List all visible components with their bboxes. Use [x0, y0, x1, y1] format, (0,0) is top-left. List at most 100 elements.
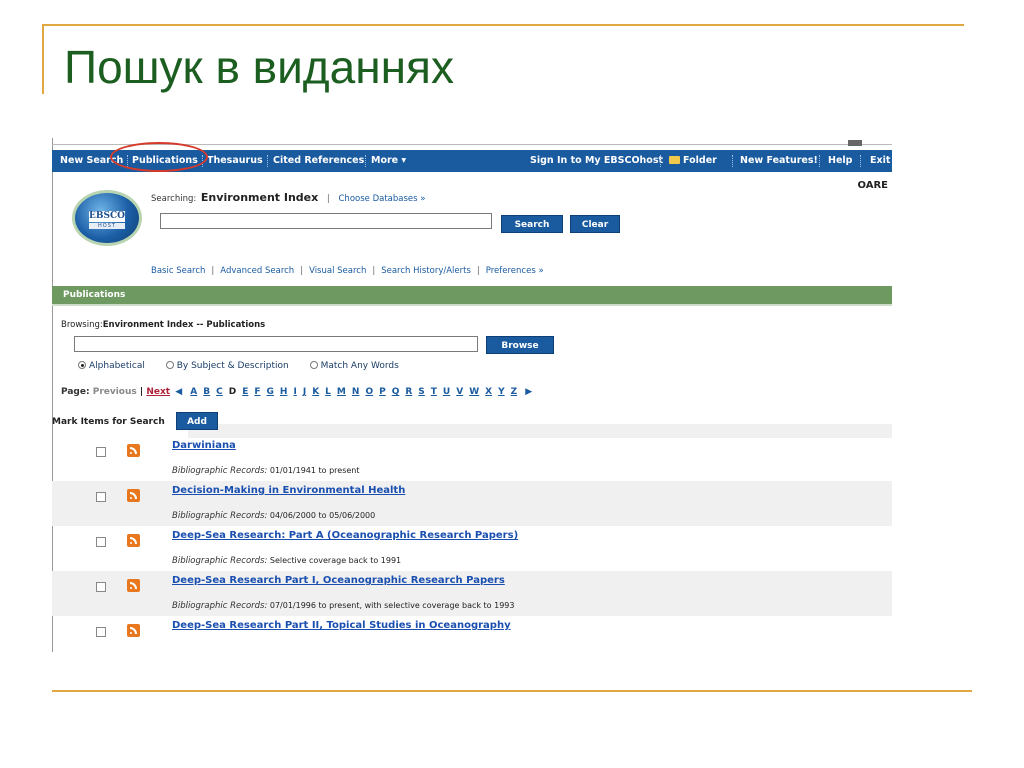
- window-control: [848, 140, 862, 146]
- nav-more-menu[interactable]: More ▾: [371, 150, 406, 172]
- letter-link-e[interactable]: E: [242, 387, 248, 397]
- nav-folder[interactable]: Folder: [669, 150, 717, 172]
- slide-footer-line: [52, 690, 972, 692]
- coverage-value: Selective coverage back to 1991: [269, 556, 402, 565]
- add-button[interactable]: Add: [176, 412, 218, 430]
- searching-line: Searching: Environment Index | Choose Da…: [151, 191, 425, 204]
- publication-coverage: Bibliographic Records: 07/01/1996 to pre…: [172, 601, 514, 611]
- clear-button[interactable]: Clear: [570, 215, 620, 233]
- mark-items-label: Mark Items for Search: [52, 417, 165, 427]
- publication-title-link[interactable]: Deep-Sea Research Part I, Oceanographic …: [172, 575, 505, 586]
- letter-link-l[interactable]: L: [325, 387, 331, 397]
- browse-input[interactable]: [74, 336, 478, 352]
- rss-feed-icon[interactable]: [127, 534, 140, 547]
- letter-link-x[interactable]: X: [485, 387, 492, 397]
- radio-label: Match Any Words: [320, 361, 399, 371]
- publication-title-link[interactable]: Decision-Making in Environmental Health: [172, 485, 405, 496]
- radio-by-subject[interactable]: By Subject & Description: [165, 361, 289, 371]
- letter-link-q[interactable]: Q: [392, 387, 400, 397]
- nav-thesaurus[interactable]: Thesaurus: [207, 150, 263, 172]
- search-button[interactable]: Search: [501, 215, 563, 233]
- nav-separator: [732, 155, 734, 167]
- radio-alphabetical[interactable]: Alphabetical: [78, 361, 145, 371]
- nav-cited-references[interactable]: Cited References: [273, 150, 364, 172]
- ebsco-screenshot: New Search Publications Thesaurus Cited …: [52, 138, 892, 652]
- letter-link-m[interactable]: M: [337, 387, 346, 397]
- nav-separator: [860, 155, 862, 167]
- searching-label: Searching:: [151, 194, 197, 204]
- letter-link-s[interactable]: S: [418, 387, 424, 397]
- database-name: Environment Index: [200, 191, 319, 204]
- letter-link-k[interactable]: K: [312, 387, 319, 397]
- letter-link-t[interactable]: T: [431, 387, 437, 397]
- radio-dot: [309, 361, 318, 369]
- right-arrow-icon[interactable]: ▶: [525, 387, 532, 397]
- nav-separator: [267, 155, 269, 167]
- nav-folder-label: Folder: [683, 155, 717, 166]
- letter-link-i[interactable]: I: [293, 387, 296, 397]
- rss-feed-icon[interactable]: [127, 579, 140, 592]
- letter-link-v[interactable]: V: [456, 387, 463, 397]
- nav-help[interactable]: Help: [828, 150, 852, 172]
- letter-link-j[interactable]: J: [303, 387, 306, 397]
- search-input[interactable]: [160, 213, 492, 229]
- result-checkbox[interactable]: [96, 537, 106, 547]
- coverage-value: 04/06/2000 to 05/06/2000: [269, 511, 376, 520]
- letter-link-o[interactable]: O: [365, 387, 373, 397]
- letter-link-u[interactable]: U: [443, 387, 450, 397]
- basic-search-link[interactable]: Basic Search: [151, 266, 205, 276]
- browse-button[interactable]: Browse: [486, 336, 554, 354]
- letter-link-r[interactable]: R: [405, 387, 412, 397]
- nav-exit[interactable]: Exit: [870, 150, 890, 172]
- letter-link-b[interactable]: B: [203, 387, 210, 397]
- publications-bar-shadow: [52, 304, 892, 306]
- result-checkbox[interactable]: [96, 627, 106, 637]
- choose-databases-link[interactable]: Choose Databases »: [339, 194, 426, 204]
- publication-coverage: Bibliographic Records: Selective coverag…: [172, 556, 401, 566]
- publication-title-link[interactable]: Deep-Sea Research: Part A (Oceanographic…: [172, 530, 518, 541]
- nav-separator: [365, 155, 367, 167]
- left-arrow-icon[interactable]: ◀: [175, 387, 182, 397]
- nav-separator: [819, 155, 821, 167]
- nav-new-features[interactable]: New Features!: [740, 150, 818, 172]
- letter-link-y[interactable]: Y: [498, 387, 505, 397]
- separator: |: [211, 266, 215, 276]
- result-checkbox[interactable]: [96, 447, 106, 457]
- rss-feed-icon[interactable]: [127, 489, 140, 502]
- publication-title-link[interactable]: Darwiniana: [172, 440, 236, 451]
- letter-link-g[interactable]: G: [267, 387, 274, 397]
- coverage-value: 01/01/1941 to present: [269, 466, 360, 475]
- rss-feed-icon[interactable]: [127, 624, 140, 637]
- slide-left-border: [42, 24, 44, 94]
- result-row: Deep-Sea Research Part I, Oceanographic …: [52, 571, 892, 616]
- nav-sign-in[interactable]: Sign In to My EBSCOhost: [530, 150, 663, 172]
- letter-link-w[interactable]: W: [469, 387, 479, 397]
- letter-link-p[interactable]: P: [379, 387, 386, 397]
- preferences-link[interactable]: Preferences »: [486, 266, 544, 276]
- publication-title-link[interactable]: Deep-Sea Research Part II, Topical Studi…: [172, 620, 511, 631]
- letter-link-a[interactable]: A: [190, 387, 197, 397]
- letter-link-z[interactable]: Z: [511, 387, 518, 397]
- letter-link-c[interactable]: C: [216, 387, 223, 397]
- separator: |: [476, 266, 480, 276]
- rss-feed-icon[interactable]: [127, 444, 140, 457]
- separator: |: [326, 194, 330, 204]
- letter-link-n[interactable]: N: [352, 387, 360, 397]
- advanced-search-link[interactable]: Advanced Search: [220, 266, 294, 276]
- next-link[interactable]: Next: [146, 387, 170, 397]
- visual-search-link[interactable]: Visual Search: [309, 266, 366, 276]
- result-checkbox[interactable]: [96, 582, 106, 592]
- result-row: Darwiniana Bibliographic Records: 01/01/1…: [52, 436, 892, 481]
- publications-bar-title: Publications: [63, 290, 126, 300]
- result-checkbox[interactable]: [96, 492, 106, 502]
- letter-link-f[interactable]: F: [254, 387, 260, 397]
- browse-mode-radios: Alphabetical By Subject & Description Ma…: [78, 361, 417, 371]
- page-label: Page:: [61, 387, 90, 397]
- radio-match-any-words[interactable]: Match Any Words: [309, 361, 399, 371]
- result-row: Deep-Sea Research: Part A (Oceanographic…: [52, 526, 892, 571]
- radio-dot-checked: [78, 361, 86, 369]
- slide-title: Пошук в виданнях: [64, 41, 454, 93]
- search-history-link[interactable]: Search History/Alerts: [381, 266, 471, 276]
- result-row: Decision-Making in Environmental Health B…: [52, 481, 892, 526]
- letter-link-h[interactable]: H: [280, 387, 288, 397]
